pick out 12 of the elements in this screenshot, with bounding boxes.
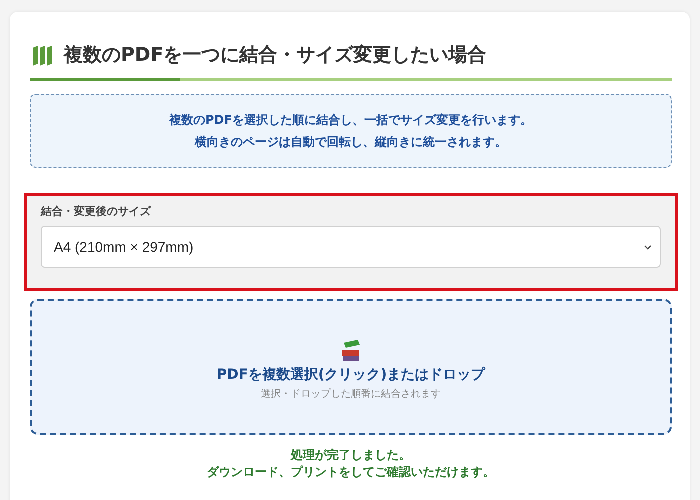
drop-hint: 選択・ドロップした順番に結合されます [261, 388, 441, 401]
chevron-icon [644, 244, 652, 250]
status-message: ダウンロード、プリントをしてご確認いただけます。 [206, 464, 496, 481]
drop-zone[interactable]: PDFを複数選択(クリック)またはドロップ 選択・ドロップした順番に結合されます [30, 299, 672, 435]
info-text: 横向きのページは自動で回転し、縦向きに統一されます。 [194, 134, 508, 151]
section-title: 複数のPDFを一つに結合・サイズ変更したい場合 [64, 43, 487, 68]
drop-title: PDFを複数選択(クリック)またはドロップ [216, 366, 486, 384]
size-label: 結合・変更後のサイズ [41, 204, 152, 219]
books-icon [340, 339, 362, 363]
size-select[interactable]: A4 (210mm × 297mm) [41, 226, 661, 268]
info-text: 複数のPDFを選択した順に結合し、一括でサイズ変更を行います。 [168, 112, 534, 129]
status-message: 処理が完了しました。 [290, 447, 412, 464]
